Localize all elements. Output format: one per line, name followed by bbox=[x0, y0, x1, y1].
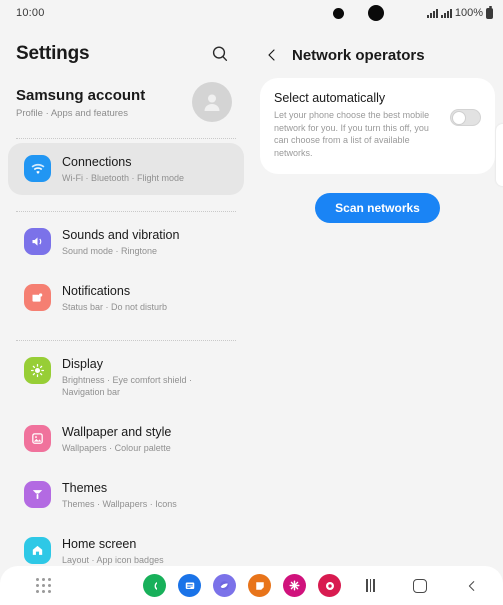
status-bar: 10:00 100% bbox=[0, 0, 503, 26]
sidebar-item-title: Notifications bbox=[62, 284, 131, 298]
sidebar-item-title: Wallpaper and style bbox=[62, 425, 172, 439]
notes-app-icon[interactable] bbox=[248, 574, 271, 597]
account-text: Samsung account Profile · Apps and featu… bbox=[16, 86, 145, 119]
back-chevron-icon[interactable] bbox=[264, 47, 280, 63]
network-operators-pane: Network operators Select automatically L… bbox=[252, 26, 503, 566]
app-drawer-grid-icon[interactable] bbox=[36, 577, 52, 594]
divider-2 bbox=[16, 211, 236, 212]
gallery-app-icon[interactable] bbox=[318, 574, 341, 597]
sidebar-item-display[interactable]: Display Brightness · Eye comfort shield … bbox=[8, 345, 244, 409]
sidebar-item-text: Notifications Status bar · Do not distur… bbox=[62, 283, 167, 313]
speaker-icon bbox=[24, 228, 51, 255]
navigation-buttons bbox=[366, 578, 479, 593]
home-button-icon[interactable] bbox=[413, 578, 427, 593]
network-operators-title: Network operators bbox=[292, 46, 425, 64]
signal-bars-icon-2 bbox=[440, 8, 452, 18]
settings-pane: Settings Samsung account Profile · Apps … bbox=[0, 26, 252, 566]
home-icon bbox=[24, 537, 51, 564]
sidebar-item-subtitle: Wi-Fi · Bluetooth · Flight mode bbox=[62, 173, 185, 183]
select-automatically-toggle[interactable] bbox=[450, 109, 481, 126]
recents-icon[interactable] bbox=[366, 579, 375, 592]
sidebar-item-title: Sounds and vibration bbox=[62, 228, 180, 242]
wifi-icon bbox=[24, 155, 51, 182]
battery-percent-label: 100% bbox=[454, 7, 483, 19]
divider-1 bbox=[16, 138, 236, 139]
sidebar-item-text: Sounds and vibration Sound mode · Ringto… bbox=[62, 227, 179, 257]
person-avatar-icon bbox=[204, 94, 220, 111]
phone-app-icon[interactable] bbox=[143, 574, 166, 597]
signal-bars-icon bbox=[426, 8, 438, 18]
sidebar-item-subtitle: Status bar · Do not disturb bbox=[62, 302, 168, 312]
settings-header: Settings bbox=[0, 26, 252, 68]
notification-bell-icon bbox=[24, 284, 51, 311]
sidebar-item-text: Display Brightness · Eye comfort shield … bbox=[62, 356, 228, 398]
phone-screen: 10:00 100% Settings Samsung account Prof… bbox=[0, 0, 503, 605]
sidebar-item-home-screen[interactable]: Home screen Layout · App icon badges bbox=[8, 525, 244, 566]
toggle-knob bbox=[452, 111, 466, 125]
taskbar-apps bbox=[143, 574, 341, 597]
sidebar-item-wallpaper-and-style[interactable]: Wallpaper and style Wallpapers · Colour … bbox=[8, 413, 244, 465]
sidebar-item-subtitle: Themes · Wallpapers · Icons bbox=[62, 499, 177, 509]
avatar[interactable] bbox=[192, 82, 232, 122]
sidebar-item-text: Wallpaper and style Wallpapers · Colour … bbox=[62, 424, 171, 454]
scan-networks-button[interactable]: Scan networks bbox=[315, 193, 440, 223]
sidebar-item-subtitle: Brightness · Eye comfort shield · Naviga… bbox=[62, 375, 193, 397]
messages-app-icon[interactable] bbox=[178, 574, 201, 597]
status-indicators: 100% bbox=[426, 6, 493, 19]
brightness-sun-icon bbox=[24, 357, 51, 384]
back-button-icon[interactable] bbox=[465, 579, 479, 593]
status-time: 10:00 bbox=[16, 7, 45, 19]
select-automatically-title: Select automatically bbox=[274, 91, 386, 105]
account-name: Samsung account bbox=[16, 86, 146, 104]
select-automatically-card[interactable]: Select automatically Let your phone choo… bbox=[260, 78, 495, 174]
select-automatically-description: Let your phone choose the best mobile ne… bbox=[274, 110, 430, 158]
sidebar-item-text: Themes Themes · Wallpapers · Icons bbox=[62, 480, 177, 510]
search-icon[interactable] bbox=[210, 44, 230, 64]
battery-icon bbox=[486, 6, 493, 19]
sidebar-item-connections[interactable]: Connections Wi-Fi · Bluetooth · Flight m… bbox=[8, 143, 244, 195]
select-automatically-text: Select automatically Let your phone choo… bbox=[274, 91, 442, 159]
internet-app-icon[interactable] bbox=[213, 574, 236, 597]
sidebar-item-title: Display bbox=[62, 357, 103, 371]
sidebar-item-subtitle: Wallpapers · Colour palette bbox=[62, 443, 171, 453]
sidebar-item-themes[interactable]: Themes Themes · Wallpapers · Icons bbox=[8, 469, 244, 521]
sidebar-item-text: Home screen Layout · App icon badges bbox=[62, 536, 164, 566]
themes-brush-icon bbox=[24, 481, 51, 508]
sidebar-item-title: Themes bbox=[62, 481, 108, 495]
taskbar bbox=[0, 566, 503, 605]
samsung-account-row[interactable]: Samsung account Profile · Apps and featu… bbox=[0, 68, 252, 122]
account-subtitle: Profile · Apps and features bbox=[16, 107, 128, 119]
sidebar-item-sounds-and-vibration[interactable]: Sounds and vibration Sound mode · Ringto… bbox=[8, 216, 244, 268]
edge-panel-handle[interactable] bbox=[496, 124, 503, 186]
wallpaper-image-icon bbox=[24, 425, 51, 452]
sidebar-item-subtitle: Layout · App icon badges bbox=[62, 555, 164, 565]
network-operators-header: Network operators bbox=[252, 26, 503, 68]
sidebar-item-title: Home screen bbox=[62, 537, 137, 551]
split-view: Settings Samsung account Profile · Apps … bbox=[0, 26, 503, 566]
divider-3 bbox=[16, 340, 236, 341]
sidebar-item-text: Connections Wi-Fi · Bluetooth · Flight m… bbox=[62, 154, 184, 184]
sidebar-item-notifications[interactable]: Notifications Status bar · Do not distur… bbox=[8, 272, 244, 324]
sidebar-item-subtitle: Sound mode · Ringtone bbox=[62, 246, 158, 256]
sidebar-item-title: Connections bbox=[62, 155, 132, 169]
page-title: Settings bbox=[16, 43, 90, 64]
scan-button-container: Scan networks bbox=[252, 193, 503, 223]
galaxy-store-app-icon[interactable] bbox=[283, 574, 306, 597]
